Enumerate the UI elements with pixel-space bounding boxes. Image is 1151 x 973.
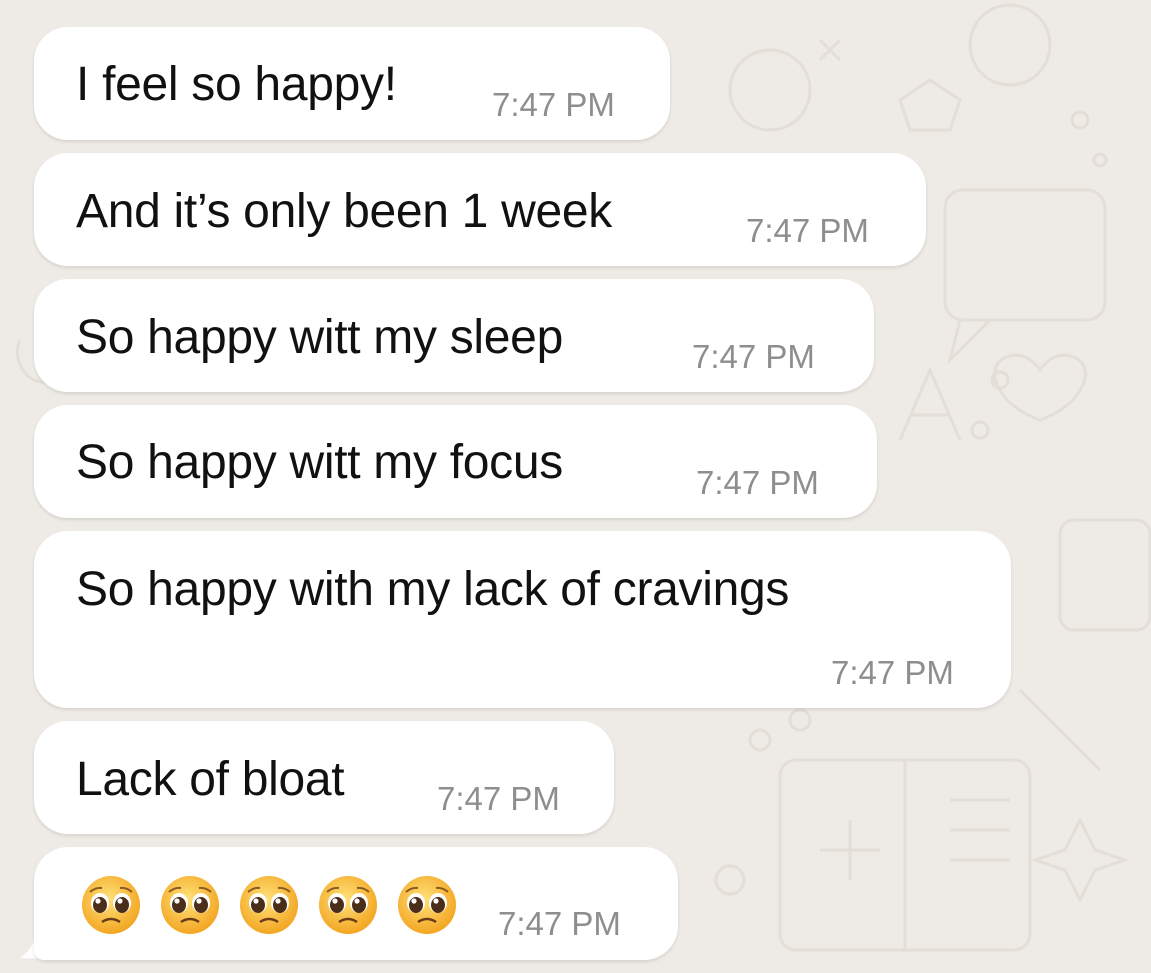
message-text: I feel so happy! <box>76 58 397 111</box>
message-text: Lack of bloat <box>76 753 345 806</box>
message-timestamp: 7:47 PM <box>746 212 869 249</box>
message-timestamp: 7:47 PM <box>437 780 560 817</box>
message-timestamp: 7:47 PM <box>498 905 621 942</box>
message-timestamp: 7:47 PM <box>692 338 815 375</box>
pleading-face-emoji <box>82 876 140 934</box>
message-timestamp: 7:47 PM <box>696 464 819 501</box>
message-text: So happy witt my focus <box>76 436 563 489</box>
pleading-face-emoji <box>161 876 219 934</box>
message-text: So happy with my lack of cravings <box>76 563 790 616</box>
pleading-face-emoji <box>398 876 456 934</box>
pleading-face-emoji <box>319 876 377 934</box>
message-timestamp: 7:47 PM <box>492 86 615 123</box>
message-timestamp: 7:47 PM <box>831 654 954 691</box>
message-text: So happy witt my sleep <box>76 311 563 364</box>
message-text: And it’s only been 1 week <box>76 185 612 238</box>
pleading-face-emoji <box>240 876 298 934</box>
